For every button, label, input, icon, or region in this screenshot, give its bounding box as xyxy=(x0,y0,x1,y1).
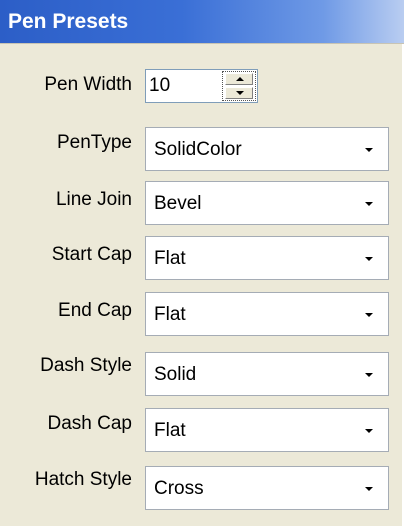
end-cap-value: Flat xyxy=(154,304,186,325)
dash-cap-value: Flat xyxy=(154,420,186,441)
dash-style-dropdown[interactable]: Solid xyxy=(145,352,389,396)
panel-title: Pen Presets xyxy=(8,10,129,33)
line-join-dropdown[interactable]: Bevel xyxy=(145,181,389,225)
start-cap-dropdown-button[interactable] xyxy=(351,238,387,278)
spin-up-button[interactable] xyxy=(225,73,253,85)
dash-cap-dropdown[interactable]: Flat xyxy=(145,408,389,452)
pen-type-dropdown[interactable]: SolidColor xyxy=(145,127,389,171)
dash-cap-dropdown-button[interactable] xyxy=(351,410,387,450)
start-cap-label: Start Cap xyxy=(51,244,132,265)
dash-style-label: Dash Style xyxy=(40,355,132,376)
dash-cap-label: Dash Cap xyxy=(47,413,133,434)
line-join-value: Bevel xyxy=(154,193,202,214)
pen-width-label: Pen Width xyxy=(44,74,132,95)
panel-header: Pen Presets xyxy=(0,0,404,44)
hatch-style-label: Hatch Style xyxy=(34,469,132,490)
line-join-label: Line Join xyxy=(55,189,132,210)
triangle-up-icon xyxy=(236,77,244,81)
spin-down-button[interactable] xyxy=(225,87,253,99)
pen-type-label: PenType xyxy=(57,132,132,153)
dash-style-dropdown-button[interactable] xyxy=(351,354,387,394)
pen-width-spinner[interactable]: 10 xyxy=(145,69,258,103)
pen-type-dropdown-button[interactable] xyxy=(351,129,387,169)
start-cap-value: Flat xyxy=(154,248,186,269)
dash-style-value: Solid xyxy=(154,364,197,385)
chevron-down-icon xyxy=(365,313,373,317)
end-cap-dropdown-button[interactable] xyxy=(351,294,387,334)
start-cap-dropdown[interactable]: Flat xyxy=(145,236,389,280)
end-cap-label: End Cap xyxy=(58,300,132,321)
hatch-style-value: Cross xyxy=(154,478,204,499)
chevron-down-icon xyxy=(365,429,373,433)
spin-buttons xyxy=(222,71,256,101)
chevron-down-icon xyxy=(365,257,373,261)
hatch-style-dropdown[interactable]: Cross xyxy=(145,466,389,510)
pen-presets-panel: Pen Presets Pen Width 10 PenType SolidCo… xyxy=(0,0,404,526)
line-join-dropdown-button[interactable] xyxy=(351,183,387,223)
end-cap-dropdown[interactable]: Flat xyxy=(145,292,389,336)
chevron-down-icon xyxy=(365,487,373,491)
pen-width-value[interactable]: 10 xyxy=(149,75,170,97)
triangle-down-icon xyxy=(236,91,244,95)
pen-type-value: SolidColor xyxy=(154,139,242,160)
hatch-style-dropdown-button[interactable] xyxy=(351,468,387,508)
chevron-down-icon xyxy=(365,373,373,377)
chevron-down-icon xyxy=(365,202,373,206)
chevron-down-icon xyxy=(365,148,373,152)
